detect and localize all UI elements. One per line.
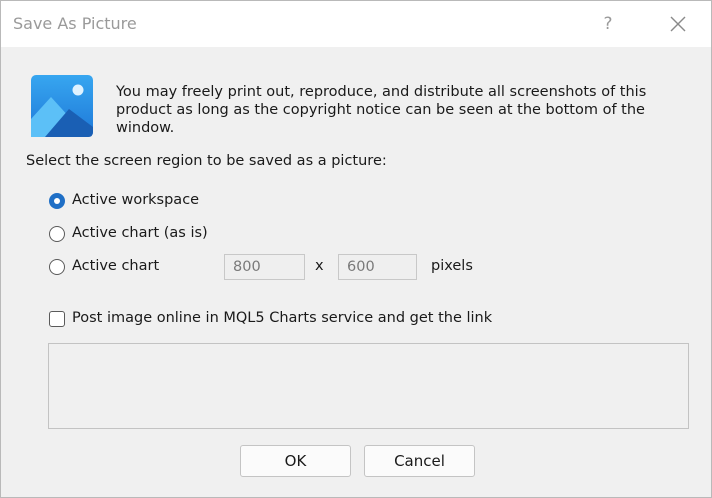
radio-active-chart[interactable] <box>49 259 65 275</box>
radio-active-chart-as-is[interactable] <box>49 226 65 242</box>
region-prompt: Select the screen region to be saved as … <box>26 153 387 169</box>
copyright-notice: You may freely print out, reproduce, and… <box>116 84 647 136</box>
option-active-chart-label[interactable]: Active chart <box>72 258 159 274</box>
height-input[interactable]: 600 <box>338 254 417 280</box>
close-icon <box>670 16 686 32</box>
title-bar[interactable]: Save As Picture ? <box>1 1 711 47</box>
post-online-checkbox[interactable] <box>49 311 65 327</box>
window-title: Save As Picture <box>13 14 137 33</box>
option-active-chart-as-is-label[interactable]: Active chart (as is) <box>72 225 208 241</box>
post-online-label[interactable]: Post image online in MQL5 Charts service… <box>72 310 492 326</box>
radio-active-workspace[interactable] <box>49 193 65 209</box>
cancel-button[interactable]: Cancel <box>364 445 475 477</box>
size-separator: x <box>315 258 324 274</box>
option-active-workspace-label[interactable]: Active workspace <box>72 192 199 208</box>
picture-icon <box>31 75 93 137</box>
width-input[interactable]: 800 <box>224 254 305 280</box>
close-button[interactable] <box>661 7 695 41</box>
ok-button[interactable]: OK <box>240 445 351 477</box>
help-button[interactable]: ? <box>593 7 623 41</box>
pixels-label: pixels <box>431 258 473 274</box>
link-output-field[interactable] <box>48 343 689 429</box>
save-as-picture-dialog: Save As Picture ? You may freely print o… <box>0 0 712 498</box>
